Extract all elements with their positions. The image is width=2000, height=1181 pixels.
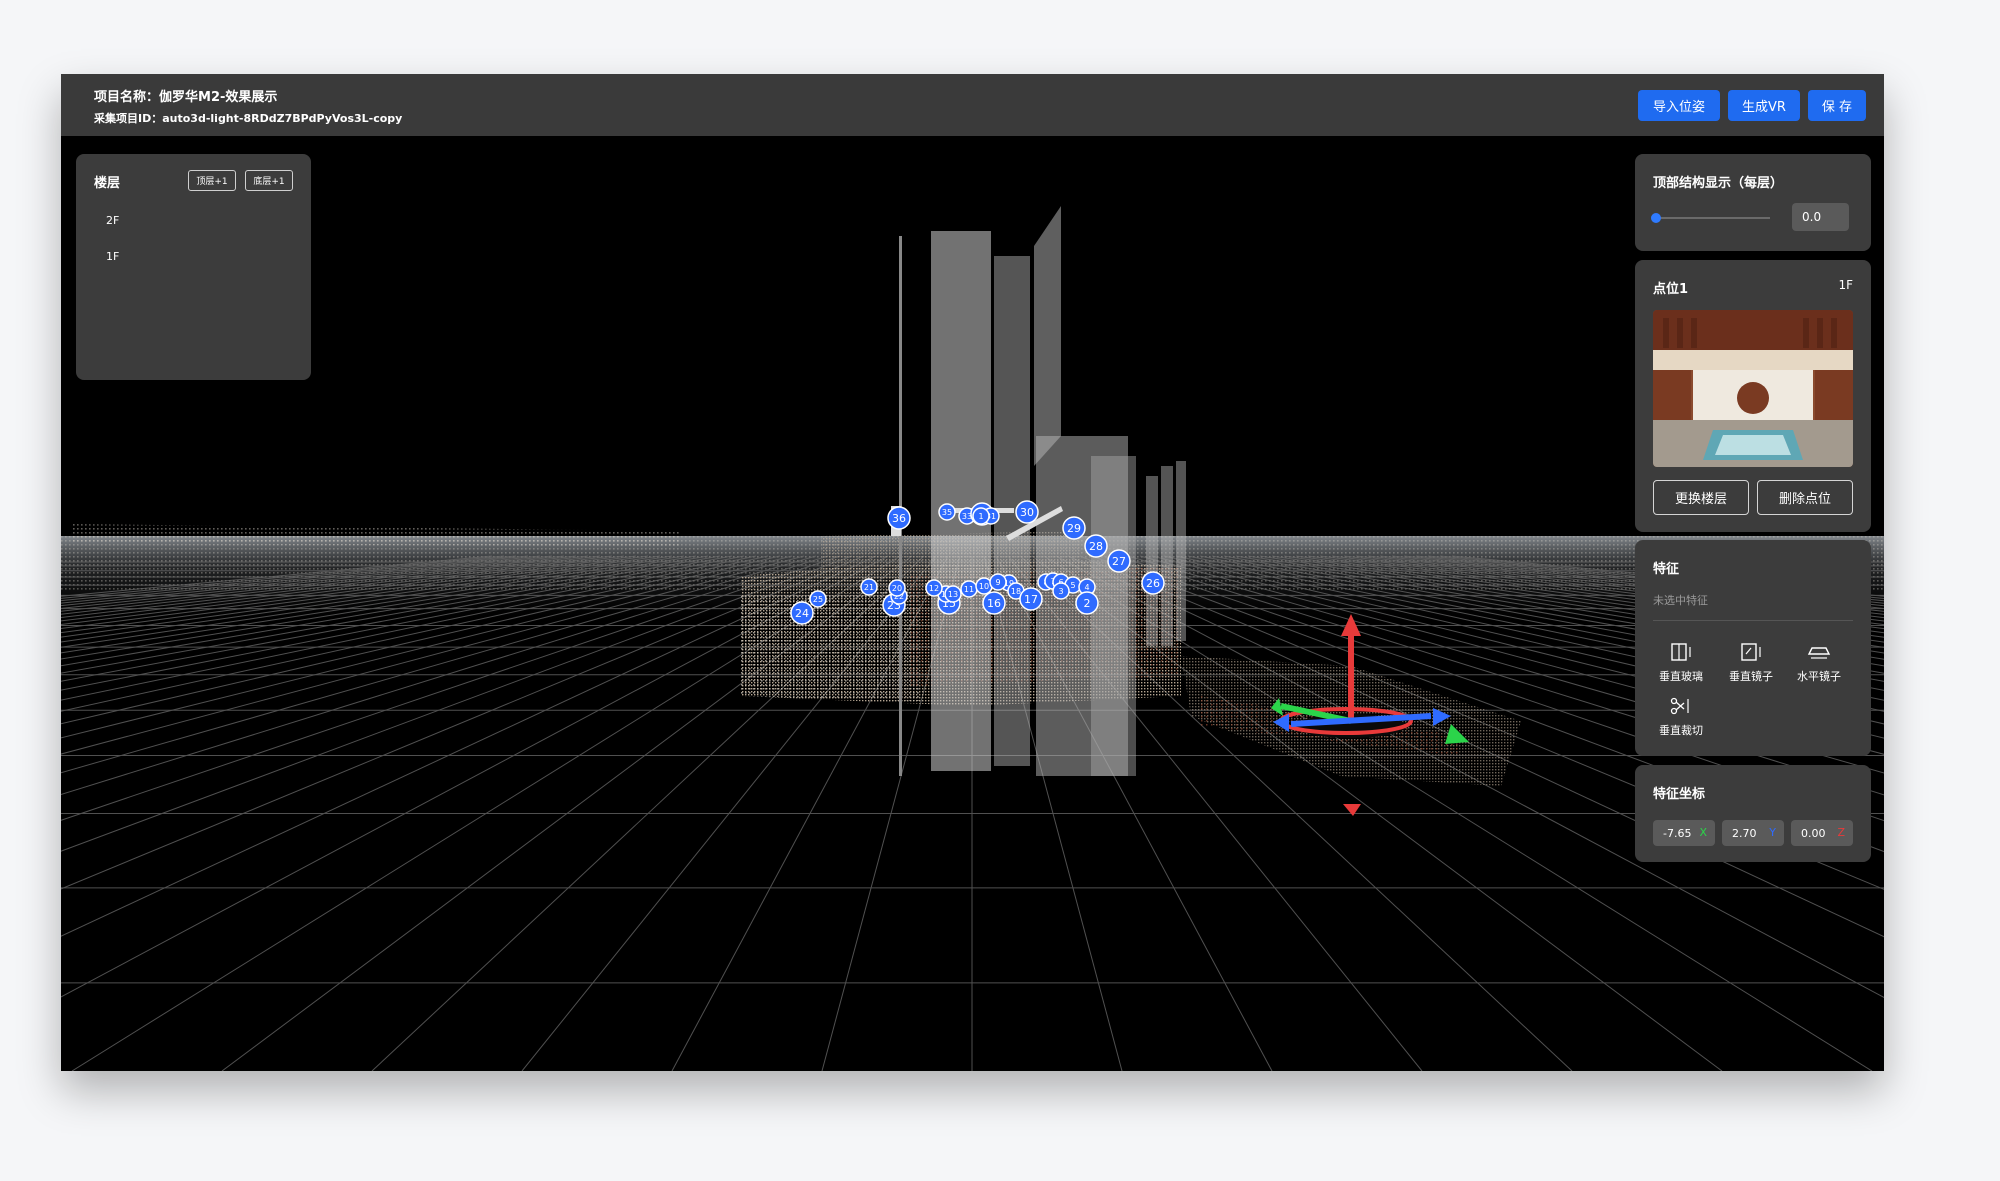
point-marker-label: 35 [942,508,952,517]
coords-title: 特征坐标 [1653,787,1706,802]
point-marker-label: 17 [1024,593,1038,606]
point-marker-label: 12 [929,584,939,593]
coord-y-input[interactable]: 2.70 Y [1722,820,1784,846]
tool-label: 水平镜子 [1797,670,1841,683]
delete-point-button[interactable]: 删除点位 [1757,480,1853,515]
point-marker-11[interactable]: 11 [960,580,978,598]
point-marker-label: 21 [864,583,874,592]
vertical-cut-icon [1670,697,1689,715]
point-marker-label: 26 [1146,577,1160,590]
tool-horizontal-mirror[interactable]: 水平镜子 [1787,642,1851,684]
3d-viewport[interactable]: 3635333231302928272625242322212019181716… [61,136,1884,1071]
point-panel: 点位1 1F 更换楼层 删除点位 [1635,260,1871,532]
floor-item-1f[interactable]: 1F [106,250,119,263]
point-marker-16[interactable]: 16 [982,591,1006,615]
far-dots-band [71,524,681,546]
floors-title: 楼层 [94,176,121,191]
slider-knob[interactable] [1651,213,1661,223]
point-marker-label: 28 [1089,540,1103,553]
point-marker-label: 3 [1058,587,1063,596]
import-pose-button[interactable]: 导入位姿 [1638,90,1720,121]
point-marker-20[interactable]: 20 [888,579,906,597]
floor-item-2f[interactable]: 2F [106,214,119,227]
point-marker-label: 29 [1067,522,1081,535]
bottom-floor-plus-button[interactable]: 底层+1 [245,170,293,191]
tool-vertical-glass[interactable]: 垂直玻璃 [1649,642,1713,684]
point-marker-26[interactable]: 26 [1141,571,1165,595]
change-floor-button[interactable]: 更换楼层 [1653,480,1749,515]
point-marker-label: 24 [795,607,809,620]
floors-panel: 楼层 顶层+1 底层+1 2F 1F [76,154,311,380]
point-marker-label: 18 [1011,587,1021,596]
vertical-glass-icon [1671,643,1691,661]
point-marker-label: 2 [1084,597,1091,610]
point-marker-36[interactable]: 36 [887,506,911,530]
point-marker-label: 11 [964,585,974,594]
point-marker-25[interactable]: 25 [809,590,827,608]
point-marker-label: 30 [1020,506,1034,519]
point-marker-label: 13 [948,590,958,599]
point-marker-35[interactable]: 35 [938,503,956,521]
features-title: 特征 [1653,562,1680,577]
point-marker-17[interactable]: 17 [1019,587,1043,611]
project-name: 项目名称：伽罗华M2-效果展示 [94,90,278,105]
point-marker-label: 9 [995,578,1000,587]
point-marker-label: 36 [892,512,906,525]
point-marker-label: 27 [1112,555,1126,568]
point-marker-3[interactable]: 3 [1052,582,1070,600]
point-marker-label: 10 [979,582,989,591]
point-marker-label: 4 [1084,583,1089,592]
app-window: 项目名称：伽罗华M2-效果展示 采集项目ID：auto3d-light-8RDd… [61,74,1884,1071]
point-marker-label: 1 [978,512,983,521]
generate-vr-button[interactable]: 生成VR [1728,90,1800,121]
point-title: 点位1 [1653,282,1689,297]
tool-label: 垂直镜子 [1729,670,1773,683]
point-floor: 1F [1838,278,1853,292]
top-structure-panel: 顶部结构显示（每层） 0.0 [1635,154,1871,251]
tool-vertical-cut[interactable]: 垂直裁切 [1649,696,1713,738]
top-structure-value[interactable]: 0.0 [1792,203,1849,231]
vertical-mirror-icon [1741,643,1761,661]
point-marker-1[interactable]: 1 [972,507,990,525]
point-marker-label: 20 [892,584,902,593]
feature-coords-panel: 特征坐标 -7.65 X 2.70 Y 0.00 Z [1635,765,1871,862]
point-panorama-thumbnail[interactable] [1653,310,1853,467]
tool-label: 垂直裁切 [1659,724,1703,737]
point-cloud-scene[interactable]: 3635333231302928272625242322212019181716… [61,136,1884,1071]
point-marker-30[interactable]: 30 [1015,500,1039,524]
point-marker-27[interactable]: 27 [1107,549,1131,573]
point-marker-12[interactable]: 12 [925,579,943,597]
point-marker-label: 5 [1070,581,1075,590]
tool-label: 垂直玻璃 [1659,670,1703,683]
features-panel: 特征 未选中特征 垂直玻璃 垂直镜子 水平镜子 垂直裁切 [1635,540,1871,756]
point-marker-label: 25 [813,595,823,604]
point-marker-21[interactable]: 21 [860,578,878,596]
top-floor-plus-button[interactable]: 顶层+1 [188,170,236,191]
horizontal-mirror-icon [1807,647,1831,659]
save-button[interactable]: 保 存 [1808,90,1866,121]
top-bar: 项目名称：伽罗华M2-效果展示 采集项目ID：auto3d-light-8RDd… [61,74,1884,136]
top-structure-title: 顶部结构显示（每层） [1653,176,1784,191]
coord-x-input[interactable]: -7.65 X [1653,820,1715,846]
point-marker-label: 16 [987,597,1001,610]
point-marker-13[interactable]: 13 [944,585,962,603]
top-structure-slider[interactable] [1655,217,1770,219]
point-marker-2[interactable]: 2 [1075,591,1099,615]
tool-vertical-mirror[interactable]: 垂直镜子 [1719,642,1783,684]
collect-project-id: 采集项目ID：auto3d-light-8RDdZ7BPdPyVos3L-cop… [94,112,403,125]
point-marker-29[interactable]: 29 [1062,516,1086,540]
point-marker-28[interactable]: 28 [1084,534,1108,558]
coord-z-input[interactable]: 0.00 Z [1791,820,1853,846]
features-divider [1653,620,1853,621]
point-marker-9[interactable]: 9 [989,573,1007,591]
features-hint: 未选中特征 [1653,594,1708,607]
point-marker-24[interactable]: 24 [790,601,814,625]
